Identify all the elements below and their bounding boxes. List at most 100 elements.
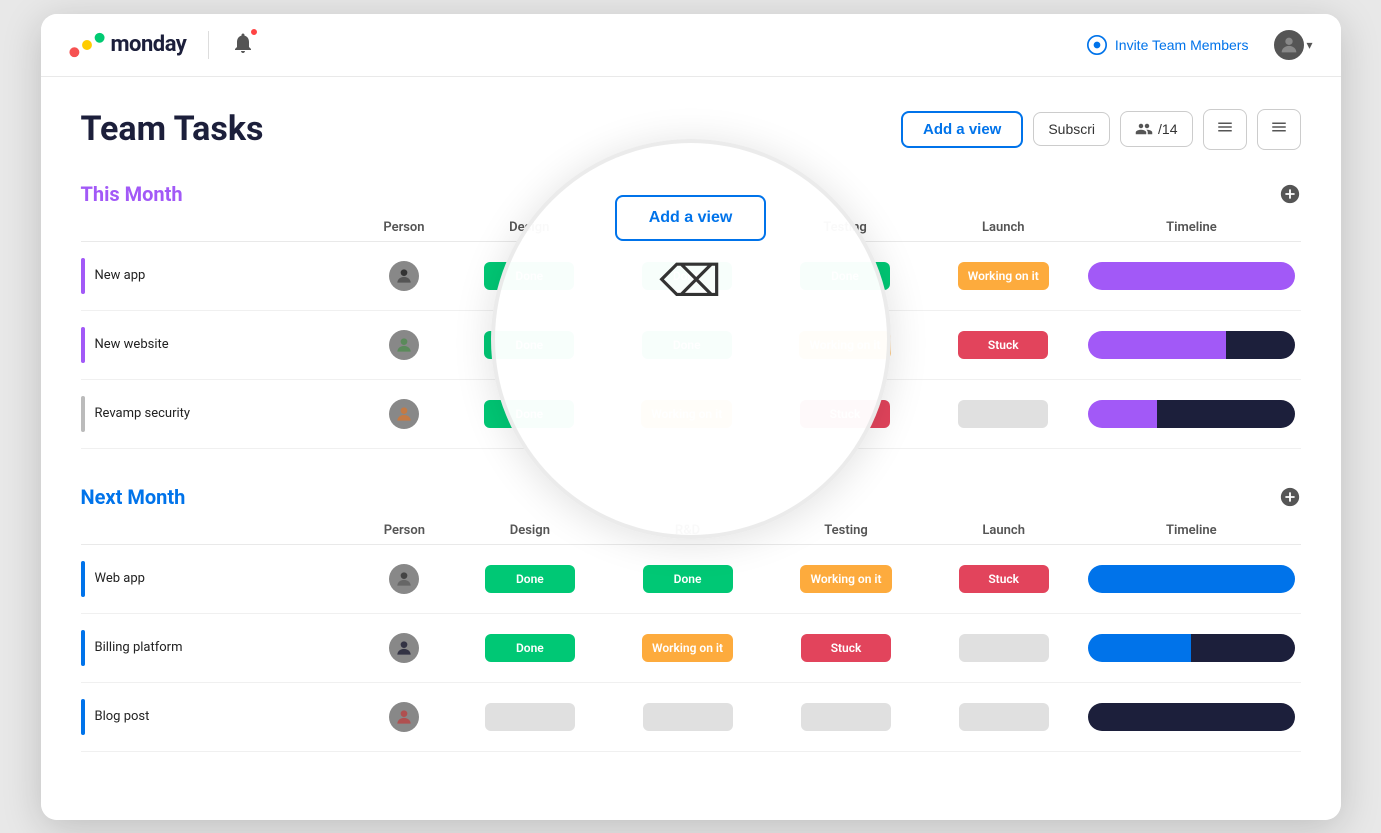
status-cell-launch[interactable] <box>924 379 1082 448</box>
row-stripe <box>81 258 85 294</box>
app-window: monday Invite Team Members <box>41 14 1341 820</box>
page-title: Team Tasks <box>81 109 264 149</box>
members-count: /14 <box>1158 121 1177 137</box>
timeline-cell <box>1082 613 1300 682</box>
timeline-bar <box>1088 634 1294 662</box>
col-header-person: Person <box>357 214 451 242</box>
members-button[interactable]: /14 <box>1120 111 1192 147</box>
status-cell-testing[interactable]: Stuck <box>767 613 925 682</box>
status-cell-design[interactable] <box>451 682 608 751</box>
avatar-chevron[interactable]: ▾ <box>1306 38 1312 52</box>
user-avatar[interactable]: ▾ <box>1272 28 1312 62</box>
table-row: New app DoneDoneDoneWorking on it <box>81 241 1301 310</box>
status-cell-rd[interactable] <box>608 682 766 751</box>
add-row-button-this-month[interactable] <box>1279 183 1301 205</box>
header-right: Invite Team Members ▾ <box>1077 28 1313 62</box>
status-cell-launch[interactable]: Stuck <box>924 310 1082 379</box>
status-cell-launch[interactable] <box>925 682 1082 751</box>
status-cell-rd[interactable]: Working on it <box>608 613 766 682</box>
person-cell <box>357 544 451 613</box>
col-header-launch: Launch <box>924 214 1082 242</box>
section-next-month: Next MonthPersonDesignR&DTestingLaunchTi… <box>81 485 1301 752</box>
task-name-cell: Revamp security <box>81 379 357 448</box>
person-cell <box>357 682 451 751</box>
table-row: Billing platform DoneWorking on itStuck <box>81 613 1301 682</box>
header-left: monday <box>69 31 256 59</box>
person-avatar <box>389 399 419 429</box>
add-row-button-next-month[interactable] <box>1279 486 1301 508</box>
status-cell-design[interactable]: Done <box>451 613 608 682</box>
invite-team-button[interactable]: Invite Team Members <box>1077 29 1259 61</box>
status-badge: Working on it <box>642 634 733 662</box>
status-cell-launch[interactable] <box>925 613 1082 682</box>
timeline-cell <box>1082 682 1300 751</box>
timeline-bar <box>1088 331 1294 359</box>
status-badge: Done <box>643 565 733 593</box>
status-cell-rd[interactable]: Done <box>608 310 766 379</box>
status-badge <box>643 703 733 731</box>
col-header-timeline: Timeline <box>1082 517 1300 545</box>
timeline-cell <box>1082 544 1300 613</box>
status-cell-testing[interactable]: Stuck <box>766 379 924 448</box>
status-cell-rd[interactable]: Done <box>608 544 766 613</box>
person-avatar <box>389 261 419 291</box>
status-cell-testing[interactable]: Working on it <box>767 544 925 613</box>
status-cell-testing[interactable]: Working on it <box>766 310 924 379</box>
status-badge: Working on it <box>800 565 891 593</box>
status-cell-design[interactable]: Done <box>451 544 608 613</box>
status-cell-rd[interactable]: Done <box>608 241 766 310</box>
activity-button[interactable] <box>1203 109 1247 150</box>
task-name-cell: Web app <box>81 544 358 613</box>
timeline-segment <box>1088 703 1294 731</box>
col-header-testing: Testing <box>766 214 924 242</box>
col-header-person: Person <box>357 517 451 545</box>
add-view-button[interactable]: Add a view <box>901 111 1023 148</box>
header: monday Invite Team Members <box>41 14 1341 77</box>
main-content: Team Tasks Add a view Subscri /14 <box>41 77 1341 820</box>
status-cell-testing[interactable]: Done <box>766 241 924 310</box>
status-badge: Stuck <box>958 331 1048 359</box>
status-badge <box>958 400 1048 428</box>
menu-button[interactable] <box>1257 109 1301 150</box>
col-header-design: Design <box>451 517 608 545</box>
status-badge: Done <box>485 634 575 662</box>
timeline-bar <box>1088 703 1294 731</box>
status-badge: Done <box>485 565 575 593</box>
status-cell-launch[interactable]: Stuck <box>925 544 1082 613</box>
section-title-next-month: Next Month <box>81 485 186 509</box>
table-row: New website Done Done Working on it Stuck <box>81 310 1301 379</box>
status-badge: Done <box>484 400 574 428</box>
section-header-next-month: Next Month <box>81 485 1301 509</box>
timeline-cell <box>1082 310 1300 379</box>
task-name-cell: New website <box>81 310 357 379</box>
invite-label: Invite Team Members <box>1115 37 1249 53</box>
status-cell-testing[interactable] <box>767 682 925 751</box>
status-cell-design[interactable]: Done <box>451 310 608 379</box>
status-cell-design[interactable]: Done <box>451 379 608 448</box>
status-badge <box>959 703 1049 731</box>
toolbar: Add a view Subscri /14 <box>901 109 1301 150</box>
table-row: Web app Done Done Working on it Stuck <box>81 544 1301 613</box>
status-badge: Done <box>642 331 732 359</box>
bell-icon-button[interactable] <box>231 31 255 59</box>
timeline-bar <box>1088 565 1294 593</box>
spotlight-add-view-button[interactable]: Add a view <box>615 195 767 241</box>
status-cell-design[interactable]: Done <box>451 241 608 310</box>
task-name: New app <box>95 268 146 283</box>
row-stripe <box>81 327 85 363</box>
subscribe-button[interactable]: Subscri <box>1033 112 1110 146</box>
section-title-this-month: This Month <box>81 182 183 206</box>
status-cell-rd[interactable]: Working on it <box>608 379 766 448</box>
avatar-circle <box>1272 28 1306 62</box>
table-row: Revamp security Done Working on itStuck <box>81 379 1301 448</box>
logo-svg <box>69 31 105 59</box>
activity-icon <box>1216 118 1234 136</box>
row-stripe <box>81 699 85 735</box>
notification-badge <box>249 27 259 37</box>
person-cell <box>357 310 451 379</box>
person-avatar <box>389 633 419 663</box>
timeline-segment <box>1088 565 1294 593</box>
invite-icon <box>1087 35 1107 55</box>
status-cell-launch[interactable]: Working on it <box>924 241 1082 310</box>
hamburger-icon <box>1270 118 1288 136</box>
